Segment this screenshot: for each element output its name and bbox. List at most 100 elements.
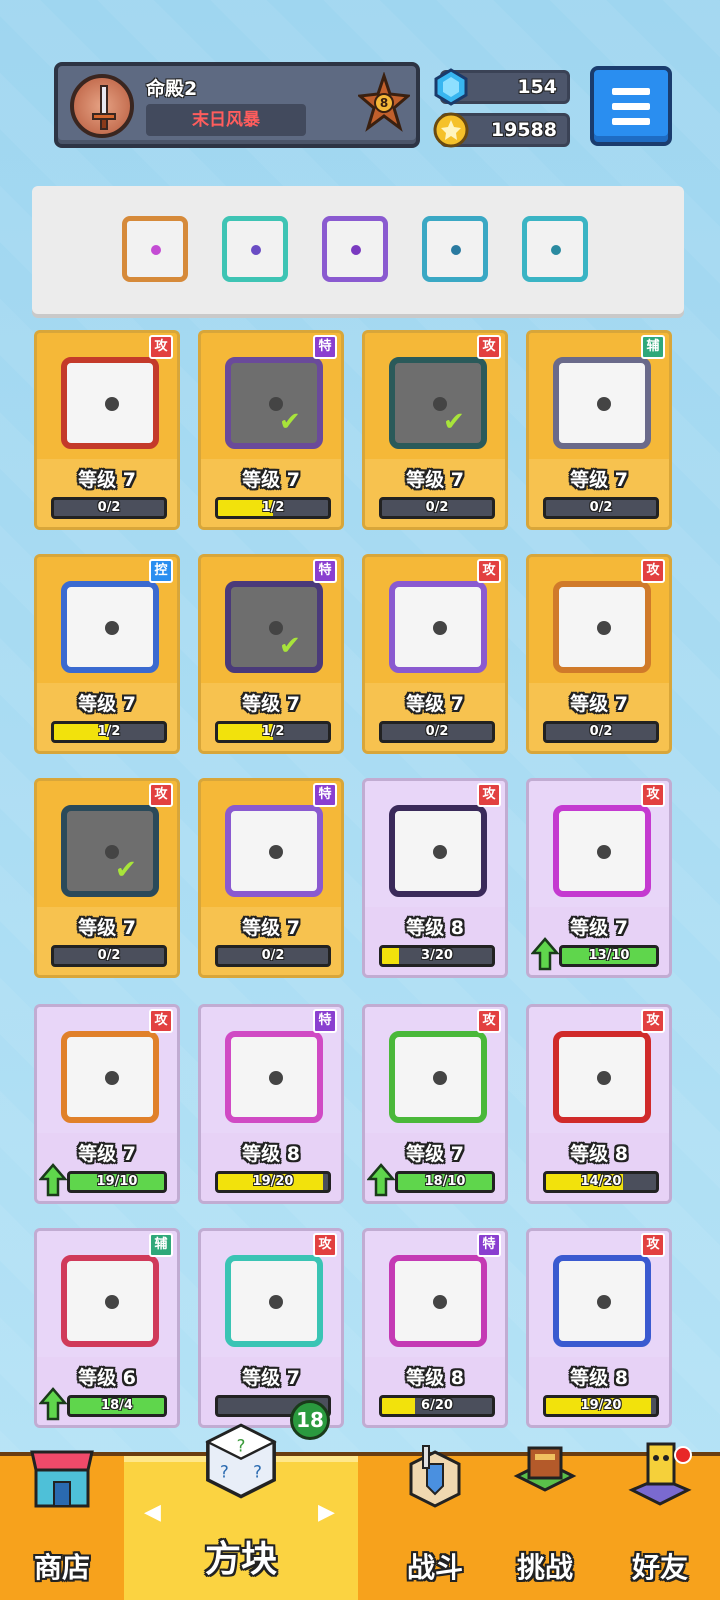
block-card[interactable]: 攻等级 7 0/2 xyxy=(362,554,508,754)
card-type-tag: 攻 xyxy=(477,783,501,807)
equipped-check-icon: ✔ xyxy=(279,407,301,437)
card-progress-text: 3/20 xyxy=(421,948,453,963)
nav-battle[interactable]: 战斗 xyxy=(380,1445,490,1600)
coin-counter[interactable]: 19588 xyxy=(433,112,570,148)
upgrade-arrow-icon xyxy=(531,937,559,971)
card-type-tag: 攻 xyxy=(641,1233,665,1257)
block-core-dot xyxy=(433,1295,447,1309)
block-tile-icon xyxy=(553,805,651,897)
previous-arrow-icon[interactable]: ◀ xyxy=(144,1500,161,1525)
equipped-slot-2[interactable] xyxy=(222,216,288,282)
rank-badge: 8 xyxy=(356,71,412,136)
card-level: 等级 7 xyxy=(406,693,464,715)
player-avatar[interactable] xyxy=(70,74,134,138)
block-card[interactable]: 辅等级 6 18/4 xyxy=(34,1228,180,1428)
card-progress-text: 19/20 xyxy=(580,1398,622,1413)
card-type-tag: 特 xyxy=(477,1233,501,1257)
svg-text:?: ? xyxy=(253,1463,262,1482)
block-tile-icon xyxy=(225,1031,323,1123)
card-progress-text: 1/2 xyxy=(97,724,121,739)
card-type-tag: 攻 xyxy=(149,1009,173,1033)
gem-counter[interactable]: 154 xyxy=(434,68,570,106)
svg-text:?: ? xyxy=(220,1463,229,1482)
block-card[interactable]: 攻等级 7 18/10 xyxy=(362,1004,508,1204)
card-type-tag: 辅 xyxy=(149,1233,173,1257)
block-tile-icon xyxy=(389,1031,487,1123)
equipped-check-icon: ✔ xyxy=(279,631,301,661)
gem-amount: 154 xyxy=(517,76,557,98)
equipped-slot-1[interactable] xyxy=(122,216,188,282)
card-level: 等级 8 xyxy=(406,917,464,939)
block-card[interactable]: 攻等级 8 19/20 xyxy=(526,1228,672,1428)
card-progress-text: 18/4 xyxy=(101,1398,133,1413)
card-progress-text: 13/10 xyxy=(588,948,630,963)
block-tile-icon xyxy=(553,357,651,449)
block-tile-icon xyxy=(61,357,159,449)
next-arrow-icon[interactable]: ▶ xyxy=(318,1500,335,1525)
block-card[interactable]: 辅等级 7 0/2 xyxy=(526,330,672,530)
shop-icon xyxy=(30,1450,94,1508)
player-title: 末日风暴 xyxy=(146,104,306,136)
block-card[interactable]: 控等级 7 1/2 xyxy=(34,554,180,754)
nav-friends[interactable]: 好友 xyxy=(600,1442,720,1600)
card-progress-text: 0/2 xyxy=(97,948,121,963)
block-tile-icon xyxy=(225,1255,323,1347)
block-card[interactable]: ✔ 特等级 7 1/2 xyxy=(198,554,344,754)
menu-line xyxy=(612,103,650,110)
equipped-slot-4[interactable] xyxy=(422,216,488,282)
block-card[interactable]: 特等级 8 6/20 xyxy=(362,1228,508,1428)
card-progress-text: 0/2 xyxy=(425,500,449,515)
block-card[interactable]: 特等级 7 0/2 xyxy=(198,778,344,978)
infinity-dragon-icon xyxy=(151,245,161,255)
card-progress-bar: 0/2 xyxy=(543,497,659,519)
equipped-slot-3[interactable] xyxy=(322,216,388,282)
block-tile-icon xyxy=(61,805,159,897)
block-card[interactable]: ✔ 攻等级 7 0/2 xyxy=(362,330,508,530)
block-core-dot xyxy=(269,845,283,859)
nav-shop[interactable]: 商店 xyxy=(0,1450,124,1600)
block-card[interactable]: 攻等级 7 0/2 xyxy=(34,330,180,530)
block-core-dot xyxy=(597,1071,611,1085)
card-type-tag: 攻 xyxy=(641,783,665,807)
card-progress-bar: 3/20 xyxy=(379,945,495,967)
card-type-tag: 特 xyxy=(313,559,337,583)
card-type-tag: 特 xyxy=(313,335,337,359)
nav-challenge[interactable]: 挑战 xyxy=(490,1446,600,1600)
player-profile-panel[interactable]: 命殿2 末日风暴 8 xyxy=(54,62,420,148)
sword-icon xyxy=(92,85,116,130)
card-level: 等级 8 xyxy=(242,1143,300,1165)
block-core-dot xyxy=(597,1295,611,1309)
card-level: 等级 7 xyxy=(242,917,300,939)
block-card[interactable]: ✔ 特等级 7 1/2 xyxy=(198,330,344,530)
card-level: 等级 7 xyxy=(78,917,136,939)
card-level: 等级 7 xyxy=(406,469,464,491)
block-tile-icon xyxy=(61,1031,159,1123)
block-card[interactable]: 特等级 8 19/20 xyxy=(198,1004,344,1204)
equipped-slot-5[interactable] xyxy=(522,216,588,282)
block-core-dot xyxy=(105,621,119,635)
card-type-tag: 攻 xyxy=(641,559,665,583)
block-card[interactable]: 攻等级 7 19/10 xyxy=(34,1004,180,1204)
block-tile-icon xyxy=(225,581,323,673)
card-progress-bar: 0/2 xyxy=(543,721,659,743)
block-tile-icon xyxy=(389,805,487,897)
block-card[interactable]: 攻等级 7 xyxy=(198,1228,344,1428)
block-card[interactable]: 攻等级 8 3/20 xyxy=(362,778,508,978)
block-core-dot xyxy=(433,621,447,635)
card-progress-bar: 1/2 xyxy=(215,721,331,743)
purple-orb-dragon-icon xyxy=(351,245,361,255)
block-card[interactable]: 攻等级 7 0/2 xyxy=(526,554,672,754)
card-progress-bar: 0/2 xyxy=(51,497,167,519)
nav-blocks[interactable]: ? ? ? 方块 xyxy=(124,1423,358,1600)
block-tile-icon xyxy=(225,805,323,897)
mystery-block-icon: ? ? ? xyxy=(205,1423,277,1499)
block-card[interactable]: ✔ 攻等级 7 0/2 xyxy=(34,778,180,978)
block-card[interactable]: 攻等级 8 14/20 xyxy=(526,1004,672,1204)
block-tile-icon xyxy=(389,357,487,449)
menu-button[interactable] xyxy=(590,66,672,146)
block-card[interactable]: 攻等级 7 13/10 xyxy=(526,778,672,978)
card-progress-text: 1/2 xyxy=(261,500,285,515)
card-level: 等级 7 xyxy=(406,1143,464,1165)
blocks-count-badge: 18 xyxy=(290,1400,330,1440)
menu-line xyxy=(612,118,650,125)
